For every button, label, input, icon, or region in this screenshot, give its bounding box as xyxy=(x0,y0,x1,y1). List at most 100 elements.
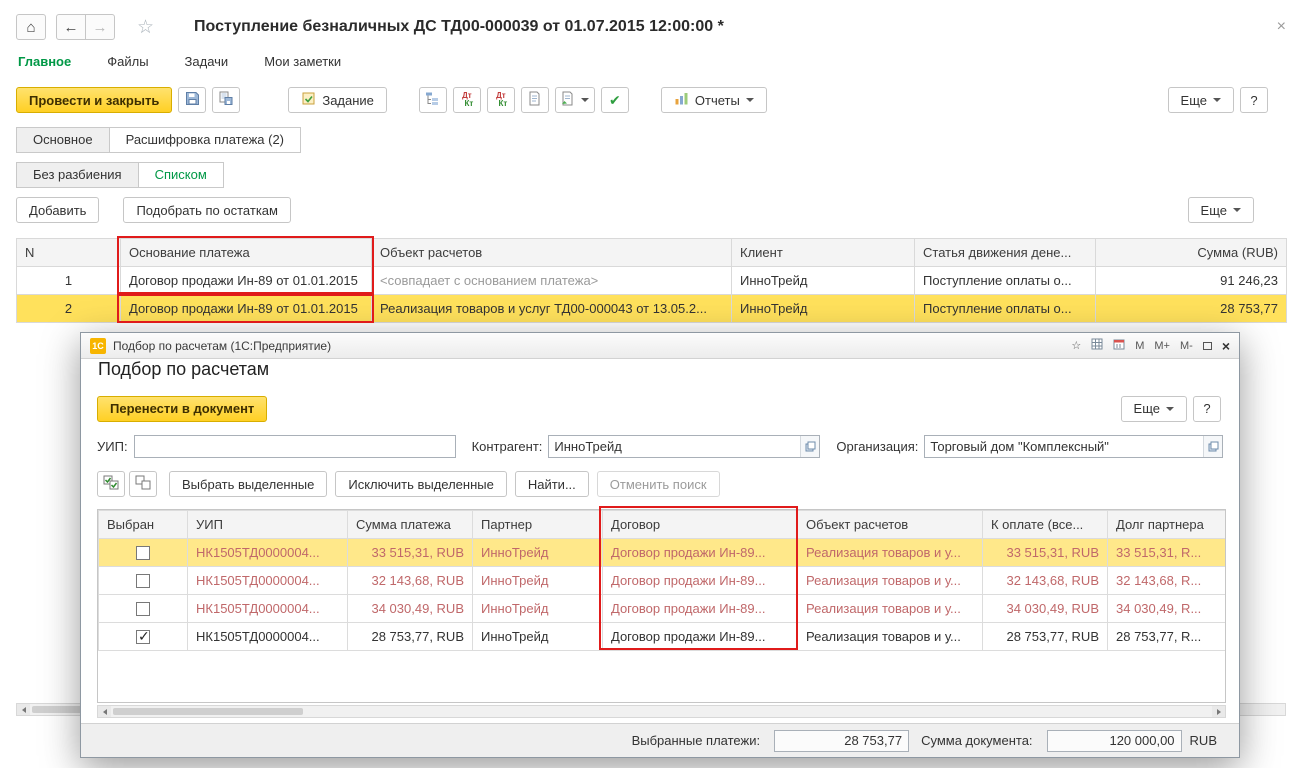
close-icon[interactable]: × xyxy=(1222,338,1230,354)
row-checkbox[interactable] xyxy=(136,602,150,617)
reports-button[interactable]: Отчеты xyxy=(660,87,767,113)
picker-row[interactable]: НК1505ТД0000004... 34 030,49, RUB ИнноТр… xyxy=(98,594,1225,623)
cell-payment-amount[interactable]: 28 753,77, RUB xyxy=(347,622,473,651)
payment-row-selected[interactable]: 2 Договор продажи Ин-89 от 01.01.2015 Ре… xyxy=(16,294,1287,323)
col-header-amount[interactable]: Сумма (RUB) xyxy=(1095,238,1287,267)
uncheck-all-button[interactable] xyxy=(129,471,157,497)
cell-contract[interactable]: Договор продажи Ин-89... xyxy=(602,566,798,595)
payment-row[interactable]: 1 Договор продажи Ин-89 от 01.01.2015 <с… xyxy=(16,266,1287,295)
col-header-cash-flow-item[interactable]: Статья движения дене... xyxy=(914,238,1096,267)
dialog-help-button[interactable]: ? xyxy=(1193,395,1221,422)
m-minus-button[interactable]: М- xyxy=(1180,340,1193,352)
tab-as-list[interactable]: Списком xyxy=(137,162,224,188)
cell-partner-debt[interactable]: 34 030,49, R... xyxy=(1107,594,1225,623)
cell-partner-debt[interactable]: 33 515,31, R... xyxy=(1107,538,1225,567)
select-highlighted-button[interactable]: Выбрать выделенные xyxy=(169,471,328,497)
cell-n[interactable]: 1 xyxy=(16,266,121,295)
organization-input[interactable] xyxy=(925,436,1203,457)
cell-partner[interactable]: ИнноТрейд xyxy=(472,566,603,595)
transfer-to-document-button[interactable]: Перенести в документ xyxy=(97,395,268,422)
more-button[interactable]: Еще xyxy=(1167,87,1234,113)
col-header-to-pay[interactable]: К оплате (все... xyxy=(982,510,1108,539)
uip-field[interactable] xyxy=(133,435,456,458)
structure-button[interactable] xyxy=(418,87,447,113)
cell-contract[interactable]: Договор продажи Ин-89... xyxy=(602,594,798,623)
cell-to-pay[interactable]: 34 030,49, RUB xyxy=(982,594,1108,623)
post-document-button[interactable]: ✔ xyxy=(600,87,629,113)
row-checkbox[interactable] xyxy=(136,628,150,645)
cell-settlement-object[interactable]: Реализация товаров и у... xyxy=(797,538,983,567)
cell-payment-amount[interactable]: 32 143,68, RUB xyxy=(347,566,473,595)
tab-no-split[interactable]: Без разбиения xyxy=(16,162,139,188)
cell-client[interactable]: ИнноТрейд xyxy=(731,294,915,323)
document-info-button[interactable] xyxy=(520,87,549,113)
cell-client[interactable]: ИнноТрейд xyxy=(731,266,915,295)
cell-partner[interactable]: ИнноТрейд xyxy=(472,594,603,623)
dialog-titlebar[interactable]: 1С Подбор по расчетам (1С:Предприятие) ☆… xyxy=(81,333,1239,359)
cell-uip[interactable]: НК1505ТД0000004... xyxy=(187,538,348,567)
cell-uip[interactable]: НК1505ТД0000004... xyxy=(187,622,348,651)
picker-row-checked[interactable]: НК1505ТД0000004... 28 753,77, RUB ИнноТр… xyxy=(98,622,1225,651)
row-checkbox[interactable] xyxy=(136,574,150,589)
col-header-payment-amount[interactable]: Сумма платежа xyxy=(347,510,473,539)
col-header-partner[interactable]: Партнер xyxy=(472,510,603,539)
organization-field[interactable] xyxy=(924,435,1223,458)
cell-to-pay[interactable]: 32 143,68, RUB xyxy=(982,566,1108,595)
cell-partner[interactable]: ИнноТрейд xyxy=(472,622,603,651)
forward-button[interactable]: → xyxy=(85,14,115,40)
cell-amount[interactable]: 28 753,77 xyxy=(1095,294,1287,323)
col-header-settlement-object[interactable]: Объект расчетов xyxy=(797,510,983,539)
cell-settlement-object[interactable]: Реализация товаров и у... xyxy=(797,622,983,651)
check-all-button[interactable] xyxy=(97,471,125,497)
calendar-icon[interactable] xyxy=(1113,338,1125,353)
dialog-more-button[interactable]: Еще xyxy=(1120,395,1187,422)
add-button[interactable]: Добавить xyxy=(16,197,100,223)
cell-payment-basis[interactable]: Договор продажи Ин-89 от 01.01.2015 xyxy=(120,294,372,323)
cell-to-pay[interactable]: 28 753,77, RUB xyxy=(982,622,1108,651)
col-header-partner-debt[interactable]: Долг партнера xyxy=(1107,510,1225,539)
save-and-post-button[interactable] xyxy=(212,87,241,113)
help-button[interactable]: ? xyxy=(1240,87,1268,113)
cancel-search-button[interactable]: Отменить поиск xyxy=(596,471,720,497)
picker-row[interactable]: НК1505ТД0000004... 33 515,31, RUB ИнноТр… xyxy=(98,538,1225,567)
cell-payment-basis[interactable]: Договор продажи Ин-89 от 01.01.2015 xyxy=(120,266,372,295)
scroll-right-icon[interactable] xyxy=(1212,706,1225,717)
choice-icon[interactable] xyxy=(800,436,820,457)
grid-icon[interactable] xyxy=(1091,338,1103,353)
cell-amount[interactable]: 91 246,23 xyxy=(1095,266,1287,295)
cell-partner-debt[interactable]: 28 753,77, R... xyxy=(1107,622,1225,651)
menu-item-tasks[interactable]: Задачи xyxy=(185,54,229,69)
cell-to-pay[interactable]: 33 515,31, RUB xyxy=(982,538,1108,567)
m-plus-button[interactable]: М+ xyxy=(1154,340,1170,352)
restore-window-icon[interactable] xyxy=(1202,341,1212,350)
scrollbar-thumb[interactable] xyxy=(113,708,303,715)
close-icon[interactable]: × xyxy=(1277,18,1286,36)
cell-cash-flow-item[interactable]: Поступление оплаты о... xyxy=(914,294,1096,323)
cell-settlement-object[interactable]: <совпадает с основанием платежа> xyxy=(371,266,732,295)
cell-settlement-object[interactable]: Реализация товаров и услуг ТД00-000043 о… xyxy=(371,294,732,323)
postings-button[interactable]: Дт Кт xyxy=(486,87,515,113)
menu-item-files[interactable]: Файлы xyxy=(107,54,148,69)
scroll-left-icon[interactable] xyxy=(17,704,30,715)
cell-contract[interactable]: Договор продажи Ин-89... xyxy=(602,622,798,651)
post-and-close-button[interactable]: Провести и закрыть xyxy=(16,87,173,113)
home-button[interactable]: ⌂ xyxy=(16,14,46,40)
counterparty-input[interactable] xyxy=(549,436,801,457)
picker-row[interactable]: НК1505ТД0000004... 32 143,68, RUB ИнноТр… xyxy=(98,566,1225,595)
back-button[interactable]: ← xyxy=(56,14,86,40)
choice-icon[interactable] xyxy=(1203,436,1222,457)
cell-n[interactable]: 2 xyxy=(16,294,121,323)
col-header-contract[interactable]: Договор xyxy=(602,510,798,539)
create-based-on-button[interactable] xyxy=(554,87,595,113)
tab-main[interactable]: Основное xyxy=(16,127,110,153)
col-header-settlement-object[interactable]: Объект расчетов xyxy=(371,238,732,267)
scroll-left-icon[interactable] xyxy=(98,706,111,717)
task-button[interactable]: Задание xyxy=(288,87,387,113)
cell-uip[interactable]: НК1505ТД0000004... xyxy=(187,594,348,623)
tab-payment-breakdown[interactable]: Расшифровка платежа (2) xyxy=(108,127,302,153)
document-movements-button[interactable]: Дт Кт xyxy=(452,87,481,113)
save-button[interactable] xyxy=(178,87,207,113)
pick-by-balances-button[interactable]: Подобрать по остаткам xyxy=(123,197,291,223)
cell-partner[interactable]: ИнноТрейд xyxy=(472,538,603,567)
col-header-checked[interactable]: Выбран xyxy=(98,510,188,539)
